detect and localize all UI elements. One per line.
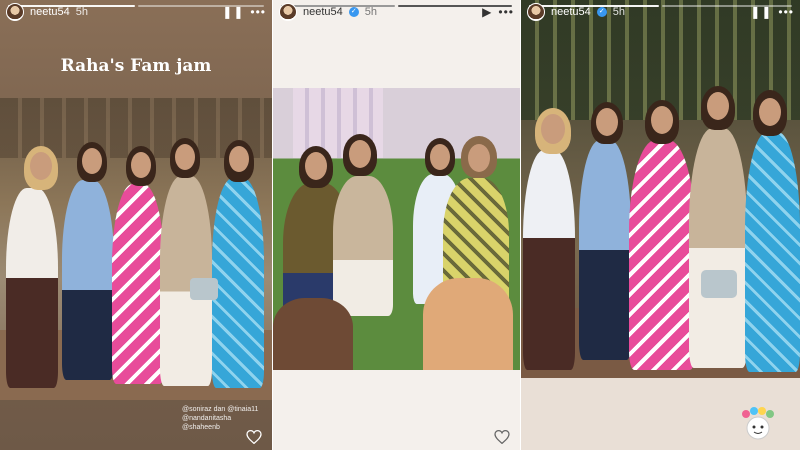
- story-header: neetu54 ✓ 5h ❚❚ •••: [527, 2, 794, 22]
- more-icon[interactable]: •••: [778, 5, 794, 19]
- mention-tags[interactable]: @soniraz dan @tinaia11 @nandanitasha @sh…: [182, 405, 258, 432]
- heart-icon[interactable]: [246, 430, 262, 444]
- story-panel-2[interactable]: neetu54 ✓ 5h ▶ •••: [273, 0, 520, 450]
- username[interactable]: neetu54: [303, 6, 343, 18]
- avatar[interactable]: [6, 3, 24, 21]
- verified-icon: ✓: [348, 7, 359, 17]
- sticker-icon: [742, 407, 774, 440]
- verified-icon: ✓: [596, 7, 607, 17]
- story-collage: neetu54 5h ❚❚ ••• Raha's Fam jam @sonira…: [0, 0, 800, 450]
- more-icon[interactable]: •••: [498, 5, 514, 19]
- post-time: 5h: [364, 6, 378, 18]
- group-photo: [521, 0, 800, 378]
- group-photo: [273, 88, 520, 370]
- story-panel-3[interactable]: neetu54 ✓ 5h ❚❚ •••: [521, 0, 800, 450]
- story-panel-1[interactable]: neetu54 5h ❚❚ ••• Raha's Fam jam @sonira…: [0, 0, 272, 450]
- play-icon[interactable]: ▶: [482, 5, 492, 19]
- mention-tag[interactable]: @soniraz dan @tinaia11: [182, 405, 258, 414]
- username[interactable]: neetu54: [551, 6, 591, 18]
- post-time: 5h: [612, 6, 626, 18]
- group-photo: [0, 98, 272, 400]
- more-icon[interactable]: •••: [250, 5, 266, 19]
- post-time: 5h: [75, 6, 89, 18]
- story-title: Raha's Fam jam: [60, 56, 212, 76]
- story-header: neetu54 ✓ 5h ▶ •••: [279, 2, 514, 22]
- avatar[interactable]: [279, 3, 297, 21]
- mention-tag[interactable]: @nandanitasha: [182, 414, 258, 423]
- story-header: neetu54 5h ❚❚ •••: [6, 2, 266, 22]
- pause-icon[interactable]: ❚❚: [750, 5, 772, 19]
- username[interactable]: neetu54: [30, 6, 70, 18]
- heart-icon[interactable]: [494, 430, 510, 444]
- pause-icon[interactable]: ❚❚: [222, 5, 244, 19]
- avatar[interactable]: [527, 3, 545, 21]
